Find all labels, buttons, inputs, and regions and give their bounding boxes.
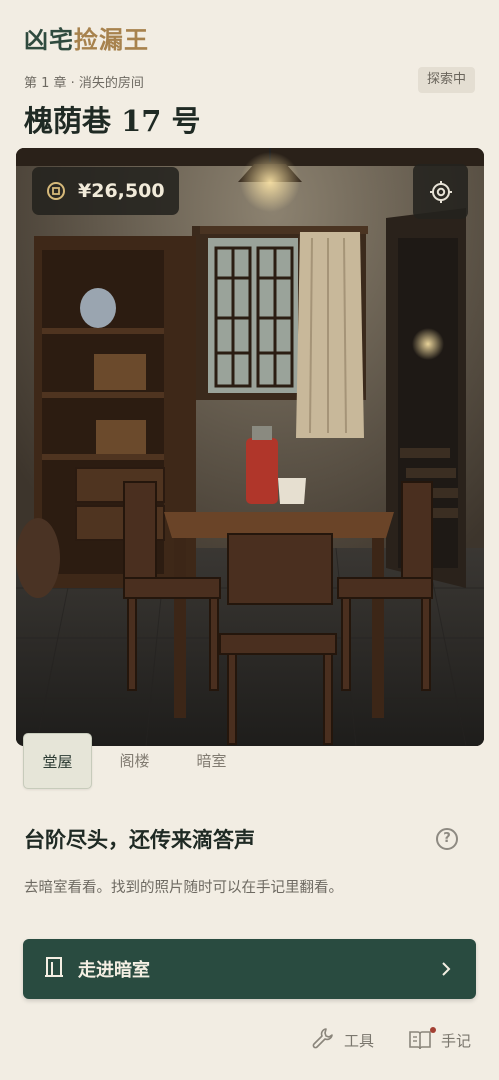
door-icon <box>44 956 64 982</box>
settings-button[interactable] <box>413 164 468 219</box>
tab-gelou[interactable]: 阁楼 <box>100 733 169 789</box>
chapter-label: 第 1 章 · 消失的房间 <box>24 76 144 91</box>
tools-label: 工具 <box>343 1031 374 1050</box>
enter-darkroom-button[interactable]: 走进暗室 <box>23 939 476 999</box>
room-illustration <box>16 148 484 746</box>
app-title-part1: 凶宅 <box>24 25 74 54</box>
chevron-right-icon <box>440 960 452 982</box>
notification-dot <box>429 1027 436 1033</box>
book-icon <box>408 1027 436 1051</box>
notebook-label: 手记 <box>440 1031 471 1050</box>
status-badge: 探索中 <box>417 67 475 93</box>
app-title: 凶宅捡漏王 <box>24 20 149 55</box>
notebook-button[interactable]: 手记 <box>408 1027 471 1051</box>
room-tabs: 堂屋 阁楼 暗室 <box>23 733 254 789</box>
app-title-part2: 捡漏王 <box>74 25 149 54</box>
help-icon[interactable]: ? <box>436 828 458 850</box>
tab-tangwu[interactable]: 堂屋 <box>23 733 92 789</box>
hint-title: 台阶尽头，还传来滴答声 <box>24 827 255 852</box>
tab-anshi[interactable]: 暗室 <box>177 733 246 789</box>
hint-description: 去暗室看看。找到的照片随时可以在手记里翻看。 <box>24 880 343 896</box>
page-title: 槐荫巷 17 号 <box>24 104 201 138</box>
bottom-nav: 工具 手记 <box>311 1026 471 1054</box>
wrench-icon <box>311 1026 335 1054</box>
enter-darkroom-label: 走进暗室 <box>78 960 150 981</box>
money-display: ¥26,500 <box>32 167 179 215</box>
money-amount: ¥26,500 <box>78 180 165 202</box>
target-gear-icon <box>429 180 453 204</box>
tools-button[interactable]: 工具 <box>311 1026 374 1054</box>
coin-icon <box>46 181 66 201</box>
scene-image[interactable]: ¥26,500 <box>16 148 484 746</box>
